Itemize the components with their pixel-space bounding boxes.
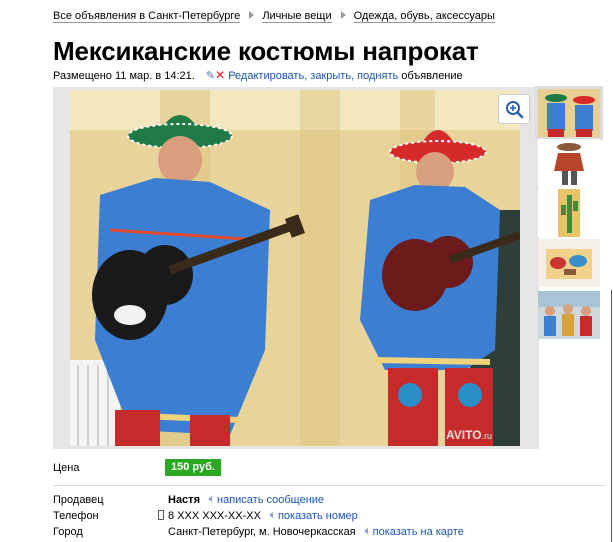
city-label: Город: [53, 526, 83, 538]
thumbnail-5-image: [538, 291, 600, 339]
thumbnail-1-image: [538, 89, 600, 137]
pencil-icon[interactable]: ✎: [206, 69, 215, 82]
delete-icon[interactable]: ✕: [215, 68, 225, 82]
city-row: Санкт-Петербург, м. Новочеркасская показа…: [168, 526, 464, 538]
scrollbar-edge[interactable]: [611, 290, 612, 542]
thumbnail-4[interactable]: [538, 239, 600, 287]
divider: [53, 485, 605, 486]
thumbnail-4-image: [538, 239, 600, 287]
price-label: Цена: [53, 462, 80, 474]
breadcrumb-personal-items[interactable]: Личные вещи: [262, 10, 332, 23]
edit-ad-suffix: объявление: [401, 70, 463, 82]
seller-name: Настя: [168, 494, 200, 506]
magnifier-plus-icon: [506, 101, 524, 119]
breadcrumb: Все объявления в Санкт-Петербурге Личные …: [53, 10, 495, 23]
show-on-map-link[interactable]: показать на карте: [373, 526, 464, 538]
thumbnail-2[interactable]: [538, 139, 600, 187]
thumbnail-2-image: [538, 139, 600, 187]
watermark-suffix: .ru: [481, 431, 493, 441]
breadcrumb-all-ads-spb[interactable]: Все объявления в Санкт-Петербурге: [53, 10, 241, 23]
arrow-left-icon: [268, 512, 273, 518]
watermark-text: AVITO: [446, 428, 482, 442]
watermark: AVITO.ru: [446, 428, 492, 442]
posted-date: Размещено 11 мар. в 14:21.: [53, 70, 195, 82]
thumbnail-1[interactable]: [535, 86, 603, 140]
phone-number: 8 XXX XXX-XX-XX: [168, 510, 261, 522]
thumbnail-5[interactable]: [538, 291, 600, 339]
price-badge: 150 руб.: [165, 459, 221, 476]
zoom-button[interactable]: [498, 94, 530, 124]
phone-icon: [158, 510, 164, 520]
arrow-left-icon: [363, 528, 368, 534]
page-title: Мексиканские костюмы напрокат: [53, 36, 479, 66]
phone-label: Телефон: [53, 510, 99, 522]
breadcrumb-clothing[interactable]: Одежда, обувь, аксессуары: [353, 10, 495, 23]
breadcrumb-arrow-icon: [249, 11, 255, 19]
seller-label: Продавец: [53, 494, 104, 506]
arrow-left-icon: [208, 496, 212, 502]
city-value: Санкт-Петербург, м. Новочеркасская: [168, 526, 356, 538]
edit-ad-link[interactable]: Редактировать, закрыть, поднять: [228, 70, 398, 82]
thumbnail-3-image: [538, 189, 600, 237]
main-photo-image: [70, 90, 520, 446]
thumbnail-3[interactable]: [538, 189, 600, 237]
write-message-link[interactable]: написать сообщение: [217, 494, 324, 506]
show-number-link[interactable]: показать номер: [278, 510, 358, 522]
breadcrumb-arrow-icon: [340, 11, 346, 19]
seller-row: Настя написать сообщение: [168, 494, 324, 506]
phone-row: 8 XXX XXX-XX-XX показать номер: [158, 510, 358, 522]
main-photo[interactable]: [70, 90, 520, 446]
ad-meta: Размещено 11 мар. в 14:21. ✎✕ Редактирова…: [53, 68, 463, 82]
